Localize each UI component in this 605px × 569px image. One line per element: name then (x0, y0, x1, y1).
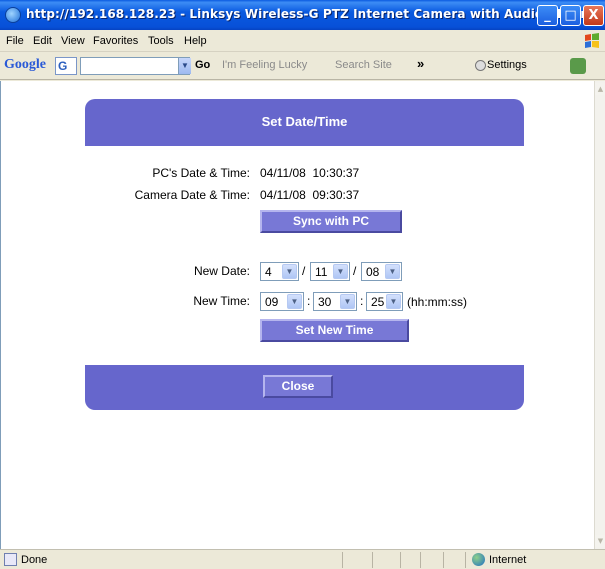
google-toolbar: Google G ▼ Go I'm Feeling Lucky Search S… (0, 52, 605, 80)
chevron-down-icon: ▼ (340, 294, 355, 309)
date-separator: / (353, 264, 357, 278)
chevron-down-icon: ▼ (386, 294, 401, 309)
new-time-label: New Time: (193, 294, 250, 308)
status-cell (443, 552, 444, 568)
google-menu-button[interactable]: G (55, 57, 77, 75)
security-zone-label: Internet (489, 554, 527, 566)
menu-favorites[interactable]: Favorites (93, 35, 138, 47)
chevron-down-icon: ▼ (287, 294, 302, 309)
second-value: 25 (371, 295, 385, 309)
date-separator: / (302, 264, 306, 278)
pc-datetime-value: 04/11/08 10:30:37 (260, 166, 360, 180)
year-select[interactable]: 08 ▼ (361, 262, 402, 281)
menu-file[interactable]: File (6, 35, 24, 47)
search-site-button[interactable]: Search Site (335, 59, 392, 71)
google-search-input[interactable] (80, 57, 190, 75)
toolbar-more-chevron[interactable]: » (417, 56, 424, 71)
close-window-button[interactable]: X (583, 5, 604, 26)
status-text: Done (21, 554, 48, 566)
scroll-down-icon[interactable]: ▼ (595, 535, 605, 547)
panel-footer: Close (85, 365, 524, 410)
close-button[interactable]: Close (263, 375, 333, 398)
windows-logo-icon (585, 33, 599, 48)
menu-view[interactable]: View (61, 35, 85, 47)
search-dropdown-arrow-icon[interactable]: ▼ (178, 58, 191, 74)
settings-icon (475, 60, 486, 71)
month-select[interactable]: 4 ▼ (260, 262, 299, 281)
time-separator: : (307, 294, 311, 308)
minute-select[interactable]: 30 ▼ (313, 292, 357, 311)
status-cell (372, 552, 373, 568)
status-cell (400, 552, 401, 568)
second-select[interactable]: 25 ▼ (366, 292, 403, 311)
menu-help[interactable]: Help (184, 35, 207, 47)
month-value: 4 (265, 265, 272, 279)
menu-bar: File Edit View Favorites Tools Help (0, 30, 605, 52)
window-title: http://192.168.128.23 - Linksys Wireless… (26, 7, 599, 21)
day-select[interactable]: 11 ▼ (310, 262, 350, 281)
scroll-up-icon[interactable]: ▲ (595, 83, 605, 95)
time-format-hint: (hh:mm:ss) (407, 295, 467, 309)
chevron-down-icon: ▼ (333, 264, 348, 279)
title-bar[interactable]: http://192.168.128.23 - Linksys Wireless… (0, 0, 605, 30)
camera-datetime-label: Camera Date & Time: (134, 188, 250, 202)
new-date-label: New Date: (193, 264, 250, 278)
feeling-lucky-button[interactable]: I'm Feeling Lucky (222, 59, 307, 71)
minimize-button[interactable]: _ (537, 5, 558, 26)
sync-with-pc-button[interactable]: Sync with PC (260, 210, 402, 233)
year-value: 08 (366, 265, 380, 279)
day-value: 11 (315, 265, 328, 279)
set-new-time-button[interactable]: Set New Time (260, 319, 409, 342)
page-icon (4, 553, 17, 566)
hour-value: 09 (265, 295, 279, 309)
menu-edit[interactable]: Edit (33, 35, 52, 47)
pc-datetime-label: PC's Date & Time: (152, 166, 250, 180)
chevron-down-icon: ▼ (282, 264, 297, 279)
menu-tools[interactable]: Tools (148, 35, 174, 47)
status-cell (420, 552, 421, 568)
page-viewport (0, 81, 594, 549)
status-cell (342, 552, 343, 568)
minute-value: 30 (318, 295, 332, 309)
time-separator: : (360, 294, 364, 308)
maximize-button[interactable]: □ (560, 5, 581, 26)
toolbar-extension-icon[interactable] (570, 58, 586, 74)
status-bar: Done Internet (0, 549, 605, 569)
go-button[interactable]: Go (195, 59, 210, 71)
camera-datetime-value: 04/11/08 09:30:37 (260, 188, 360, 202)
settings-button[interactable]: Settings (487, 59, 527, 71)
browser-window: http://192.168.128.23 - Linksys Wireless… (0, 0, 605, 569)
panel-header: Set Date/Time (85, 99, 524, 146)
panel-title: Set Date/Time (261, 114, 348, 129)
internet-globe-icon (472, 553, 485, 566)
vertical-scrollbar[interactable]: ▲ ▼ (594, 81, 605, 549)
google-logo: Google (4, 57, 46, 72)
chevron-down-icon: ▼ (385, 264, 400, 279)
hour-select[interactable]: 09 ▼ (260, 292, 304, 311)
status-cell (465, 552, 466, 568)
ie-icon (5, 7, 21, 23)
